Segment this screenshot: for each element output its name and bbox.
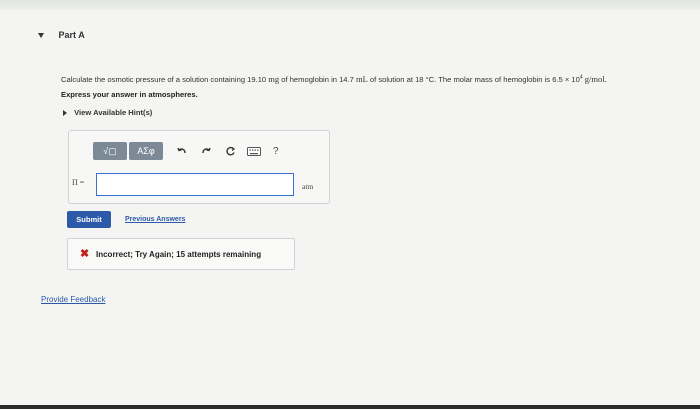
undo-icon[interactable] — [175, 142, 189, 160]
top-strip — [0, 0, 700, 10]
reset-icon[interactable] — [223, 142, 237, 160]
provide-feedback-link[interactable]: Provide Feedback — [41, 295, 105, 304]
previous-answers-link[interactable]: Previous Answers — [125, 216, 185, 223]
collapse-caret-icon[interactable] — [38, 33, 44, 39]
part-title: Part A — [58, 30, 85, 40]
view-hints-toggle[interactable]: View Available Hint(s) — [63, 108, 152, 117]
hints-label: View Available Hint(s) — [74, 108, 153, 117]
bottom-strip — [0, 405, 700, 409]
redo-icon[interactable] — [199, 142, 213, 160]
feedback-message: Incorrect; Try Again; 15 attempts remain… — [96, 250, 262, 259]
answer-input[interactable] — [96, 173, 294, 196]
submit-button[interactable]: Submit — [67, 211, 111, 228]
symbols-button[interactable]: ΑΣφ — [129, 142, 163, 160]
editor-toolbar: √▢ ΑΣφ ? — [93, 141, 279, 161]
feedback-box: ✖ Incorrect; Try Again; 15 attempts rema… — [67, 238, 295, 270]
expand-triangle-icon — [63, 110, 67, 116]
question-text: Calculate the osmotic pressure of a solu… — [61, 74, 607, 84]
templates-button[interactable]: √▢ — [93, 142, 127, 160]
variable-label: Π = — [72, 178, 85, 187]
error-x-icon: ✖ — [80, 248, 90, 260]
keyboard-icon[interactable] — [247, 142, 261, 160]
unit-label: atm — [302, 182, 314, 191]
part-header[interactable]: Part A — [38, 30, 85, 40]
instruction-text: Express your answer in atmospheres. — [61, 90, 198, 99]
help-icon[interactable]: ? — [273, 146, 279, 157]
